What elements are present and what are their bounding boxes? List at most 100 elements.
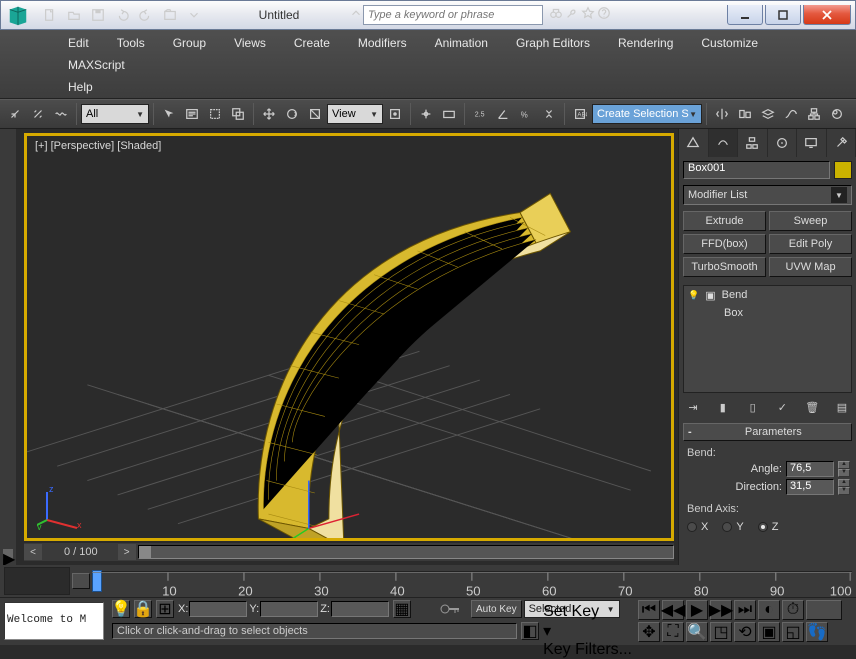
material-editor-icon[interactable] xyxy=(826,103,848,125)
tab-modify[interactable] xyxy=(709,129,739,157)
binoculars-icon[interactable] xyxy=(549,6,563,25)
ref-coord-dropdown[interactable]: View▼ xyxy=(327,104,383,124)
app-logo[interactable] xyxy=(1,1,35,29)
orbit-icon[interactable]: ⟲ xyxy=(734,622,756,642)
tab-motion[interactable] xyxy=(768,129,798,157)
wrench-icon[interactable] xyxy=(565,6,579,25)
show-end-result-icon[interactable]: ▮ xyxy=(715,399,731,415)
menu-help[interactable]: Help xyxy=(54,76,107,98)
scale-icon[interactable] xyxy=(304,103,326,125)
close-button[interactable] xyxy=(803,5,851,25)
time-config-icon[interactable]: ⏱ xyxy=(782,600,804,620)
zoom-region-icon[interactable]: ◱ xyxy=(782,622,804,642)
percent-snap-icon[interactable]: % xyxy=(515,103,537,125)
maxscript-listener[interactable]: Welcome to M xyxy=(4,602,104,640)
pivot-center-icon[interactable] xyxy=(384,103,406,125)
goto-start-icon[interactable]: ⏮ xyxy=(638,600,660,620)
preset-turbosmooth[interactable]: TurboSmooth xyxy=(683,257,766,277)
tab-create[interactable] xyxy=(679,129,709,157)
named-selection-dropdown[interactable]: Create Selection Se▼ xyxy=(592,104,702,124)
viewport-side-handle[interactable]: ▶ xyxy=(0,129,16,565)
named-sel-edit-icon[interactable]: ABC xyxy=(569,103,591,125)
angle-snap-icon[interactable] xyxy=(492,103,514,125)
remove-modifier-icon[interactable]: ✓ xyxy=(774,399,790,415)
isolate-icon[interactable]: ◧ xyxy=(521,622,539,640)
grid-toggle-icon[interactable]: ▦ xyxy=(393,600,411,618)
maximize-button[interactable] xyxy=(765,5,801,25)
time-scroll-next-button[interactable]: > xyxy=(118,544,136,560)
zoom-extents-icon[interactable]: ⛶ xyxy=(662,622,684,642)
play-icon[interactable]: ▶ xyxy=(686,600,708,620)
angle-input[interactable]: 76,5 xyxy=(786,461,834,477)
walk-through-icon[interactable]: 👣 xyxy=(806,622,828,642)
lightbulb-icon[interactable]: 💡 xyxy=(112,600,130,618)
menu-modifiers[interactable]: Modifiers xyxy=(344,32,421,54)
preset-extrude[interactable]: Extrude xyxy=(683,211,766,231)
make-unique-icon[interactable]: ▯ xyxy=(745,399,761,415)
rollout-parameters-header[interactable]: -Parameters xyxy=(683,423,852,441)
curve-editor-icon[interactable] xyxy=(780,103,802,125)
bind-space-warp-icon[interactable] xyxy=(50,103,72,125)
select-by-name-icon[interactable] xyxy=(181,103,203,125)
setkey-flyout-icon[interactable]: ▾ xyxy=(543,621,555,641)
menu-animation[interactable]: Animation xyxy=(421,32,502,54)
x-input[interactable] xyxy=(189,601,247,617)
pin-stack-icon[interactable]: ⇥ xyxy=(685,399,701,415)
menu-maxscript[interactable]: MAXScript xyxy=(54,54,139,76)
preset-sweep[interactable]: Sweep xyxy=(769,211,852,231)
menu-tools[interactable]: Tools xyxy=(103,32,159,54)
object-color-swatch[interactable] xyxy=(834,161,852,179)
snap-toggle-icon[interactable]: 2.5 xyxy=(469,103,491,125)
layers-icon[interactable] xyxy=(757,103,779,125)
search-input[interactable] xyxy=(363,5,543,25)
move-icon[interactable] xyxy=(258,103,280,125)
qat-dropdown-icon[interactable] xyxy=(183,4,205,26)
preset-ffdbox[interactable]: FFD(box) xyxy=(683,234,766,254)
menu-edit[interactable]: Edit xyxy=(54,32,103,54)
setkey-button[interactable]: Set Key xyxy=(543,603,632,621)
transform-type-icon[interactable]: ⊞ xyxy=(156,600,174,618)
angle-spinner[interactable]: ▲▼ xyxy=(838,461,850,477)
mirror-icon[interactable] xyxy=(711,103,733,125)
open-file-icon[interactable] xyxy=(63,4,85,26)
preset-uvwmap[interactable]: UVW Map xyxy=(769,257,852,277)
rotate-icon[interactable] xyxy=(281,103,303,125)
direction-input[interactable]: 31,5 xyxy=(786,479,834,495)
align-icon[interactable] xyxy=(734,103,756,125)
preset-editpoly[interactable]: Edit Poly xyxy=(769,234,852,254)
menu-create[interactable]: Create xyxy=(280,32,344,54)
tab-hierarchy[interactable] xyxy=(738,129,768,157)
timeline-track[interactable]: 102030 405060 708090 100 xyxy=(92,571,852,591)
help-icon[interactable] xyxy=(597,6,611,25)
axis-z-radio[interactable]: Z xyxy=(758,521,779,533)
modifier-stack[interactable]: 💡▣Bend Box xyxy=(683,285,852,393)
axis-x-radio[interactable]: X xyxy=(687,521,708,533)
maximize-viewport-icon[interactable]: ▣ xyxy=(758,622,780,642)
stack-item-box[interactable]: Box xyxy=(684,304,851,322)
new-file-icon[interactable] xyxy=(39,4,61,26)
configure-sets-icon[interactable]: ▤ xyxy=(834,399,850,415)
menu-group[interactable]: Group xyxy=(159,32,220,54)
viewport[interactable]: [+] [Perspective] [Shaded] xyxy=(24,133,674,541)
stack-item-bend[interactable]: 💡▣Bend xyxy=(684,286,851,304)
direction-spinner[interactable]: ▲▼ xyxy=(838,479,850,495)
autokey-button[interactable]: Auto Key xyxy=(471,600,522,618)
minimize-button[interactable] xyxy=(727,5,763,25)
selection-filter-dropdown[interactable]: All▼ xyxy=(81,104,149,124)
timeline-nav-block[interactable] xyxy=(4,567,70,595)
select-object-icon[interactable] xyxy=(158,103,180,125)
modifier-list-dropdown[interactable]: Modifier List▼ xyxy=(683,185,852,205)
prev-frame-icon[interactable]: ◀◀ xyxy=(662,600,684,620)
trash-icon[interactable]: 🗑 xyxy=(804,399,820,415)
star-icon[interactable] xyxy=(581,6,595,25)
fov-icon[interactable]: ◳ xyxy=(710,622,732,642)
lock-selection-icon[interactable]: 🔒 xyxy=(134,600,152,618)
rect-select-icon[interactable] xyxy=(204,103,226,125)
menu-views[interactable]: Views xyxy=(220,32,280,54)
y-input[interactable] xyxy=(260,601,318,617)
tab-display[interactable] xyxy=(797,129,827,157)
mini-curve-icon[interactable] xyxy=(72,573,90,589)
menu-customize[interactable]: Customize xyxy=(687,32,772,54)
menu-rendering[interactable]: Rendering xyxy=(604,32,687,54)
project-icon[interactable] xyxy=(159,4,181,26)
